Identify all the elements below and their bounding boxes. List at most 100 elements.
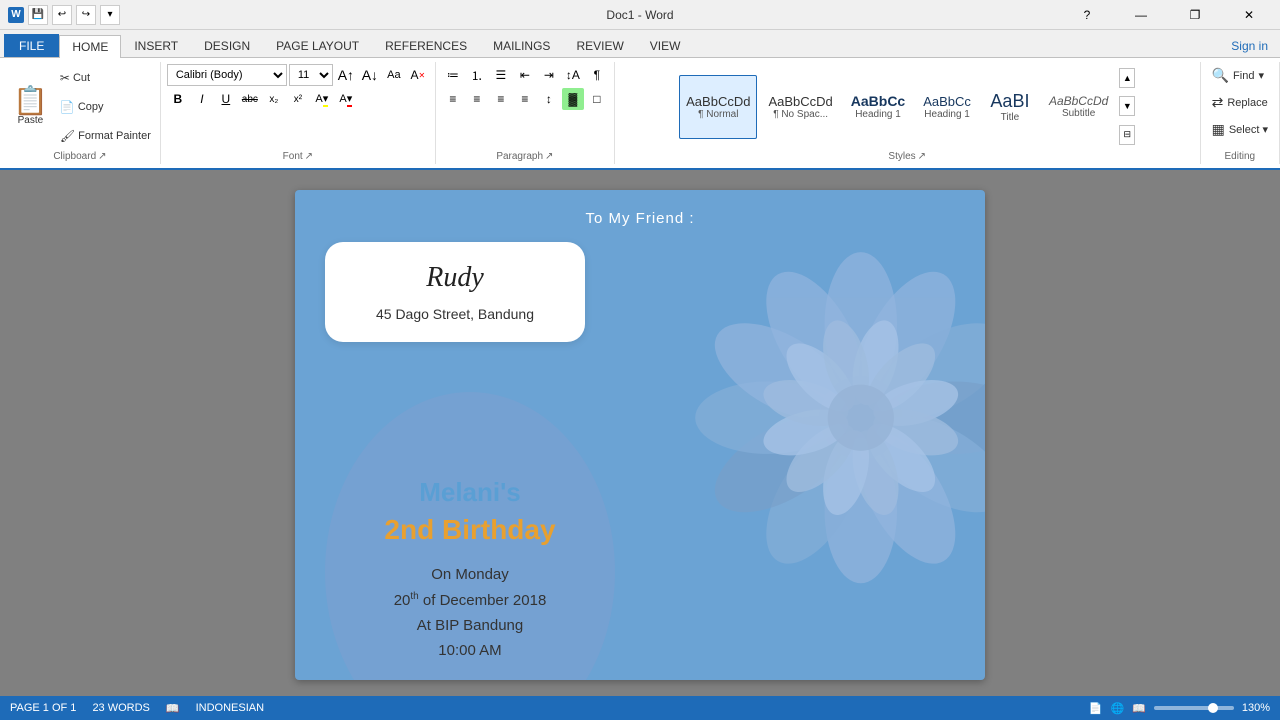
- sign-in-link[interactable]: Sign in: [1219, 35, 1280, 57]
- strikethrough-button[interactable]: abc: [239, 88, 261, 110]
- tab-mailings[interactable]: MAILINGS: [480, 34, 563, 57]
- ribbon-tabs: FILE HOME INSERT DESIGN PAGE LAYOUT REFE…: [0, 30, 1280, 58]
- undo-button[interactable]: ↩: [52, 5, 72, 25]
- close-button[interactable]: ✕: [1226, 1, 1272, 29]
- styles-more[interactable]: ⊟: [1119, 125, 1135, 145]
- tab-review[interactable]: REVIEW: [563, 34, 636, 57]
- align-left-button[interactable]: ≡: [442, 88, 464, 110]
- zoom-slider[interactable]: [1154, 706, 1234, 710]
- save-button[interactable]: 💾: [28, 5, 48, 25]
- style-nospace[interactable]: AaBbCcDd ¶ No Spac...: [761, 75, 839, 139]
- minimize-button[interactable]: —: [1118, 1, 1164, 29]
- style-normal[interactable]: AaBbCcDd ¶ Normal: [679, 75, 757, 139]
- tab-insert[interactable]: INSERT: [121, 34, 191, 57]
- font-family-select[interactable]: Calibri (Body): [167, 64, 287, 86]
- copy-label: Copy: [78, 101, 104, 113]
- clipboard-content: 📋 Paste ✂ Cut 📄 Copy 🖌 Format Painter: [6, 64, 154, 149]
- find-button[interactable]: 🔍 Find ▾: [1207, 64, 1269, 87]
- clear-formatting-button[interactable]: A✕: [407, 64, 429, 86]
- multilevel-button[interactable]: ☰: [490, 64, 512, 86]
- font-grow-button[interactable]: A↑: [335, 64, 357, 86]
- to-friend-text: To My Friend :: [585, 210, 694, 227]
- font-size-select[interactable]: 11: [289, 64, 333, 86]
- cut-button[interactable]: ✂ Cut: [57, 70, 154, 86]
- styles-group: AaBbCcDd ¶ Normal AaBbCcDd ¶ No Spac... …: [615, 62, 1201, 164]
- tab-home[interactable]: HOME: [59, 35, 121, 58]
- font-case-button[interactable]: Aa: [383, 64, 405, 86]
- superscript-button[interactable]: x²: [287, 88, 309, 110]
- font-shrink-button[interactable]: A↓: [359, 64, 381, 86]
- para-content: ≔ ⒈ ☰ ⇤ ⇥ ↕A ¶ ≡ ≡ ≡ ≡ ↕ ▓ □: [442, 64, 608, 149]
- invite-time: 10:00 AM: [438, 642, 501, 659]
- editing-content: 🔍 Find ▾ ⇄ Replace ▦ Select ▾: [1207, 64, 1273, 149]
- style-heading1[interactable]: AaBbCc Heading 1: [844, 75, 912, 139]
- restore-button[interactable]: ❐: [1172, 1, 1218, 29]
- title-bar-right: ? — ❐ ✕: [1064, 1, 1272, 29]
- styles-expand-icon[interactable]: ↗: [918, 151, 926, 162]
- select-label: Select ▾: [1229, 123, 1268, 136]
- word-icon: W: [8, 7, 24, 23]
- invite-venue: At BIP Bandung: [417, 617, 523, 634]
- decrease-indent-button[interactable]: ⇤: [514, 64, 536, 86]
- word-count: 23 WORDS: [92, 702, 149, 714]
- tab-page-layout[interactable]: PAGE LAYOUT: [263, 34, 372, 57]
- invite-date: 20th of December 2018: [394, 591, 547, 609]
- replace-button[interactable]: ⇄ Replace: [1207, 91, 1273, 114]
- invite-day: On Monday: [431, 566, 509, 583]
- highlight-button[interactable]: A▾: [311, 88, 333, 110]
- language: INDONESIAN: [196, 702, 264, 714]
- styles-label: Styles ↗: [621, 149, 1194, 162]
- address-card: Rudy 45 Dago Street, Bandung: [325, 242, 585, 342]
- cut-label: Cut: [73, 72, 90, 84]
- sort-button[interactable]: ↕A: [562, 64, 584, 86]
- align-center-button[interactable]: ≡: [466, 88, 488, 110]
- style-heading2[interactable]: AaBbCc Heading 1: [916, 75, 978, 139]
- align-right-button[interactable]: ≡: [490, 88, 512, 110]
- increase-indent-button[interactable]: ⇥: [538, 64, 560, 86]
- shading-button[interactable]: ▓: [562, 88, 584, 110]
- tab-view[interactable]: VIEW: [637, 34, 694, 57]
- copy-button[interactable]: 📄 Copy: [57, 99, 154, 115]
- styles-scroll-down[interactable]: ▼: [1119, 96, 1135, 116]
- help-button[interactable]: ?: [1064, 1, 1110, 29]
- font-row-1: Calibri (Body) 11 A↑ A↓ Aa A✕: [167, 64, 429, 86]
- redo-button[interactable]: ↪: [76, 5, 96, 25]
- select-icon: ▦: [1212, 121, 1225, 138]
- bullets-button[interactable]: ≔: [442, 64, 464, 86]
- paste-button[interactable]: 📋 Paste: [6, 64, 55, 149]
- document-area: To My Friend : Rudy 45 Dago Street, Band…: [0, 170, 1280, 696]
- justify-button[interactable]: ≡: [514, 88, 536, 110]
- recipient-name: Rudy: [355, 262, 555, 294]
- replace-label: Replace: [1227, 97, 1267, 109]
- view-web-icon[interactable]: 🌐: [1110, 702, 1124, 715]
- italic-button[interactable]: I: [191, 88, 213, 110]
- subscript-button[interactable]: x₂: [263, 88, 285, 110]
- style-title[interactable]: AaBI Title: [982, 75, 1038, 139]
- paragraph-expand-icon[interactable]: ↗: [545, 151, 553, 162]
- heading-label: Heading 1: [924, 109, 970, 120]
- view-print-icon[interactable]: 📄: [1089, 702, 1103, 715]
- tab-references[interactable]: REFERENCES: [372, 34, 480, 57]
- numbering-button[interactable]: ⒈: [466, 64, 488, 86]
- tab-design[interactable]: DESIGN: [191, 34, 263, 57]
- style-subtitle[interactable]: AaBbCcDd Subtitle: [1042, 75, 1115, 139]
- styles-scroll-up[interactable]: ▲: [1119, 68, 1135, 88]
- format-painter-button[interactable]: 🖌 Format Painter: [57, 128, 154, 144]
- show-hide-button[interactable]: ¶: [586, 64, 608, 86]
- view-read-icon[interactable]: 📖: [1132, 702, 1146, 715]
- underline-button[interactable]: U: [215, 88, 237, 110]
- customize-qat-button[interactable]: ▾: [100, 5, 120, 25]
- line-spacing-button[interactable]: ↕: [538, 88, 560, 110]
- select-button[interactable]: ▦ Select ▾: [1207, 118, 1273, 141]
- borders-button[interactable]: □: [586, 88, 608, 110]
- find-icon: 🔍: [1212, 67, 1229, 84]
- font-content: Calibri (Body) 11 A↑ A↓ Aa A✕ B I U abc …: [167, 64, 429, 149]
- document[interactable]: To My Friend : Rudy 45 Dago Street, Band…: [295, 190, 985, 680]
- font-expand-icon[interactable]: ↗: [305, 151, 313, 162]
- bold-button[interactable]: B: [167, 88, 189, 110]
- zoom-thumb: [1208, 703, 1218, 713]
- tab-file[interactable]: FILE: [4, 34, 59, 57]
- ribbon: 📋 Paste ✂ Cut 📄 Copy 🖌 Format Painter: [0, 58, 1280, 170]
- clipboard-expand-icon[interactable]: ↗: [98, 151, 106, 162]
- font-color-button[interactable]: A▾: [335, 88, 357, 110]
